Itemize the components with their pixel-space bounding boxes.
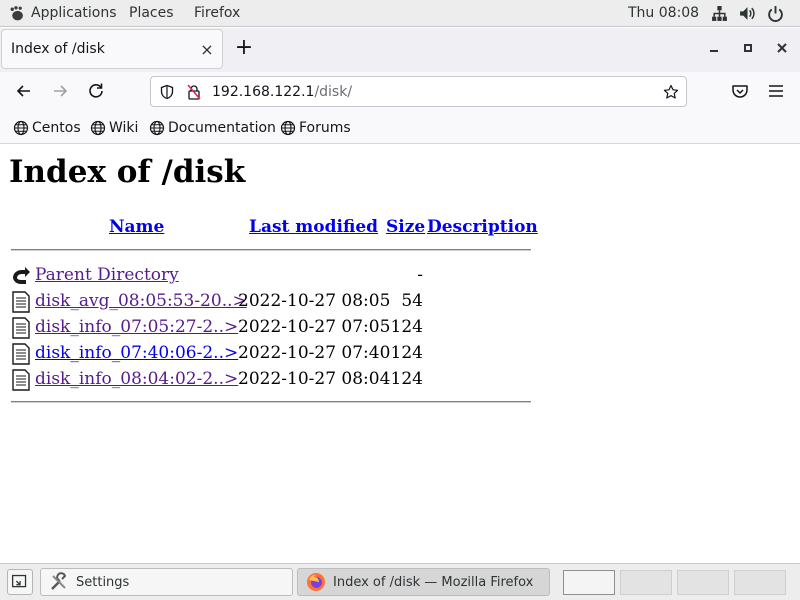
- listing-row: disk_avg_08:05:53-20..> 2022-10-27 08:05…: [0, 288, 560, 314]
- file-link[interactable]: disk_info_08:04:02-2..>: [35, 369, 238, 389]
- show-desktop-icon: [11, 574, 27, 588]
- file-icon: [12, 317, 30, 339]
- modified-date: 2022-10-27 08:04: [238, 369, 391, 389]
- file-icon: [12, 291, 30, 313]
- workspace-4[interactable]: [734, 570, 786, 595]
- bookmark-label: Wiki: [109, 120, 139, 136]
- volume-icon[interactable]: [739, 5, 756, 22]
- file-size: 124: [390, 369, 423, 389]
- navigation-toolbar: 192.168.122.1/disk/: [0, 72, 800, 111]
- hamburger-menu-icon[interactable]: [766, 81, 786, 101]
- bookmark-documentation[interactable]: Documentation: [149, 120, 276, 136]
- network-icon[interactable]: [711, 5, 728, 22]
- address-bar[interactable]: 192.168.122.1/disk/: [150, 76, 687, 107]
- file-icon: [12, 343, 30, 365]
- file-size: -: [417, 265, 423, 285]
- window-list-panel: Settings Index of /disk — Mozilla Firefo…: [0, 563, 800, 600]
- page-content: Index of /disk Name Last modified Size D…: [0, 145, 800, 561]
- modified-date: 2022-10-27 07:40: [238, 343, 391, 363]
- gnome-foot-icon: [10, 5, 23, 20]
- workspace-1[interactable]: [563, 570, 615, 595]
- workspace-3[interactable]: [677, 570, 729, 595]
- globe-icon: [90, 120, 106, 136]
- forward-arrow-icon[interactable]: [50, 81, 70, 101]
- back-arrow-icon[interactable]: [14, 81, 34, 101]
- workspace-2[interactable]: [620, 570, 672, 595]
- maximize-icon[interactable]: [740, 40, 756, 56]
- shield-icon[interactable]: [159, 84, 175, 100]
- bookmark-centos[interactable]: Centos: [13, 120, 81, 136]
- back-folder-icon: [13, 267, 30, 284]
- firefox-app-menu[interactable]: Firefox: [194, 4, 240, 22]
- firefox-icon: [307, 573, 325, 591]
- file-link[interactable]: disk_info_07:40:06-2..>: [35, 343, 238, 363]
- minimize-icon[interactable]: [706, 40, 722, 56]
- globe-icon: [13, 120, 29, 136]
- listing-row: disk_info_07:40:06-2..> 2022-10-27 07:40…: [0, 340, 560, 366]
- insecure-lock-icon[interactable]: [186, 84, 202, 100]
- file-link[interactable]: Parent Directory: [35, 265, 179, 285]
- bookmark-star-icon[interactable]: [663, 84, 679, 100]
- file-link[interactable]: disk_info_07:05:27-2..>: [35, 317, 238, 337]
- task-label: Index of /disk — Mozilla Firefox: [333, 574, 534, 590]
- bookmark-forums[interactable]: Forums: [280, 120, 351, 136]
- close-window-icon[interactable]: [774, 40, 790, 56]
- applications-menu[interactable]: Applications: [8, 4, 117, 22]
- bookmark-label: Centos: [32, 120, 81, 136]
- close-tab-icon[interactable]: ×: [199, 42, 215, 58]
- sort-by-last-modified-link[interactable]: Last modified: [249, 217, 378, 237]
- bookmarks-toolbar: Centos Wiki Documentation Forums: [0, 111, 800, 144]
- applications-label: Applications: [31, 5, 117, 21]
- url-host: 192.168.122.1: [212, 84, 315, 100]
- sort-by-description-link[interactable]: Description: [427, 217, 538, 237]
- bookmark-label: Documentation: [168, 120, 276, 136]
- file-icon: [12, 369, 30, 391]
- settings-icon: [51, 572, 67, 590]
- modified-date: 2022-10-27 08:05: [238, 291, 391, 311]
- show-desktop-button[interactable]: [7, 569, 33, 595]
- sort-by-size-link[interactable]: Size: [386, 217, 425, 237]
- modified-date: 2022-10-27 07:05: [238, 317, 391, 337]
- tab-title: Index of /disk: [11, 41, 105, 57]
- page-title: Index of /disk: [9, 154, 246, 190]
- url-path: /disk/: [314, 84, 353, 100]
- file-size: 54: [401, 291, 423, 311]
- bookmark-label: Forums: [299, 120, 351, 136]
- task-settings[interactable]: Settings: [40, 568, 293, 596]
- globe-icon: [149, 120, 165, 136]
- task-label: Settings: [76, 574, 130, 590]
- pocket-icon[interactable]: [730, 81, 750, 101]
- tab-index-of-disk[interactable]: Index of /disk ×: [1, 29, 223, 69]
- sort-by-name-link[interactable]: Name: [109, 217, 164, 237]
- globe-icon: [280, 120, 296, 136]
- divider: [11, 401, 531, 403]
- task-firefox[interactable]: Index of /disk — Mozilla Firefox: [297, 568, 550, 596]
- listing-row: disk_info_08:04:02-2..> 2022-10-27 08:04…: [0, 366, 560, 392]
- power-icon[interactable]: [767, 5, 784, 22]
- file-link[interactable]: disk_avg_08:05:53-20..>: [35, 291, 247, 311]
- clock[interactable]: Thu 08:08: [628, 4, 699, 22]
- tab-strip: Index of /disk × +: [0, 28, 800, 72]
- system-tray[interactable]: [711, 5, 784, 22]
- divider: [11, 249, 531, 251]
- listing-row-parent: Parent Directory -: [0, 262, 560, 288]
- url-text: 192.168.122.1/disk/: [212, 84, 352, 100]
- new-tab-button[interactable]: +: [234, 37, 254, 59]
- reload-icon[interactable]: [86, 81, 106, 101]
- places-menu[interactable]: Places: [129, 4, 174, 22]
- file-size: 124: [390, 317, 423, 337]
- top-panel: Applications Places Firefox Thu 08:08: [0, 0, 800, 27]
- file-size: 124: [390, 343, 423, 363]
- listing-row: disk_info_07:05:27-2..> 2022-10-27 07:05…: [0, 314, 560, 340]
- bookmark-wiki[interactable]: Wiki: [90, 120, 138, 136]
